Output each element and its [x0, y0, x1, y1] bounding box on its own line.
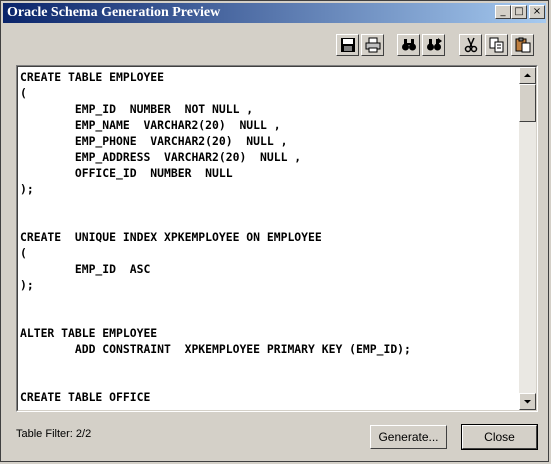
scroll-down-button[interactable] [519, 393, 536, 410]
cut-icon [464, 37, 478, 53]
save-button[interactable] [336, 34, 359, 56]
print-button[interactable] [361, 34, 384, 56]
cut-button[interactable] [459, 34, 482, 56]
editor-frame: CREATE TABLE EMPLOYEE ( EMP_ID NUMBER NO… [17, 66, 537, 411]
close-window-button[interactable]: × [529, 5, 545, 19]
scroll-up-button[interactable] [519, 67, 536, 84]
arrow-down-icon [524, 400, 531, 404]
sql-preview-editor[interactable]: CREATE TABLE EMPLOYEE ( EMP_ID NUMBER NO… [16, 65, 538, 412]
maximize-button[interactable]: □ [511, 5, 527, 19]
scroll-thumb[interactable] [519, 84, 536, 122]
sql-text[interactable]: CREATE TABLE EMPLOYEE ( EMP_ID NUMBER NO… [20, 69, 411, 405]
close-button[interactable]: Close [461, 424, 538, 450]
window-title: Oracle Schema Generation Preview [7, 5, 221, 20]
find-next-button[interactable] [422, 34, 445, 56]
find-next-icon [427, 38, 442, 51]
generate-button[interactable]: Generate... [370, 425, 447, 449]
copy-icon [489, 37, 504, 53]
print-icon [365, 37, 381, 53]
minimize-button[interactable]: _ [495, 5, 511, 19]
copy-button[interactable] [485, 34, 508, 56]
paste-button[interactable] [511, 34, 534, 56]
arrow-up-icon [524, 73, 531, 77]
title-bar[interactable]: Oracle Schema Generation Preview _ □ × [3, 3, 546, 23]
paste-icon [515, 37, 531, 53]
find-button[interactable] [397, 34, 420, 56]
find-icon [402, 39, 416, 51]
vertical-scrollbar[interactable] [519, 67, 536, 410]
table-filter-status: Table Filter: 2/2 [16, 428, 92, 440]
save-icon [341, 38, 355, 52]
preview-window: Oracle Schema Generation Preview _ □ × C… [0, 0, 549, 462]
